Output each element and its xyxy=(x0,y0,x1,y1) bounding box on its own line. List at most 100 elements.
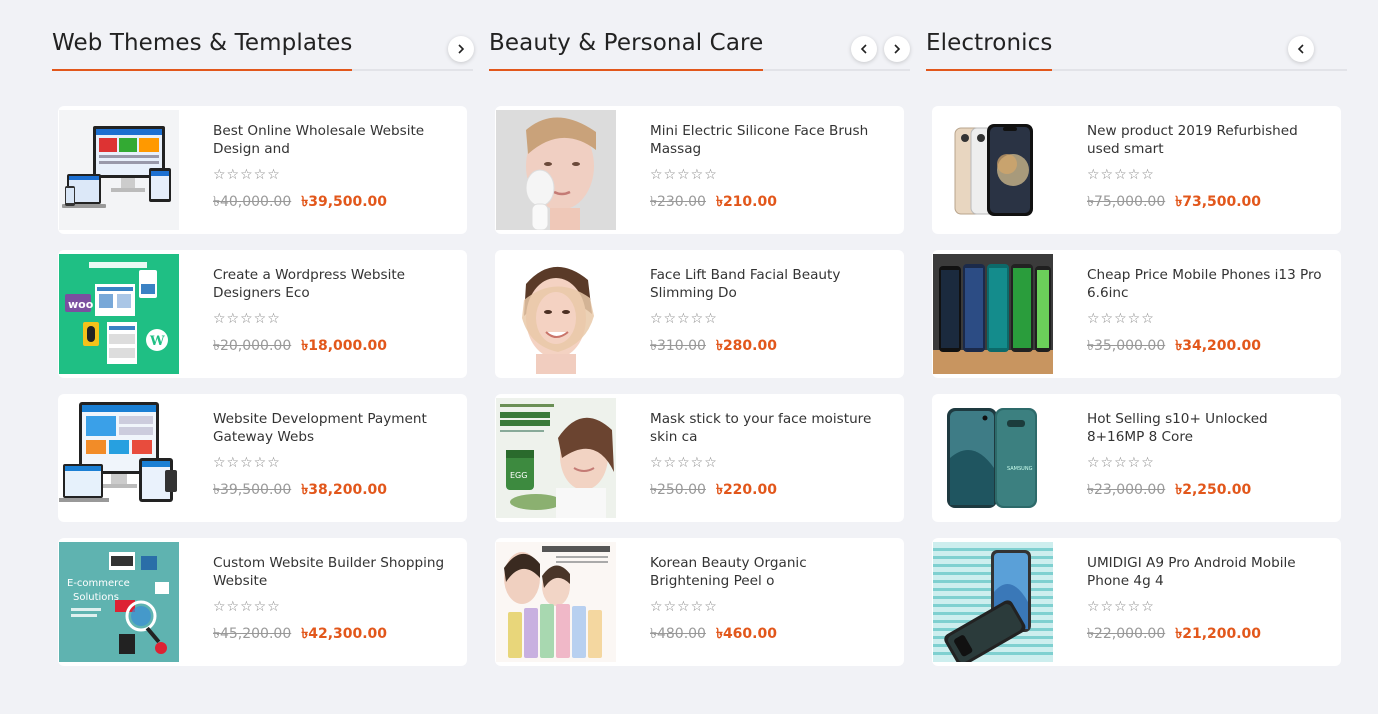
product-image-web-devices xyxy=(59,110,179,230)
product-card[interactable]: UMIDIGI A9 Pro Android Mobile Phone 4g 4… xyxy=(932,538,1341,666)
product-card[interactable]: Best Online Wholesale Website Design and… xyxy=(58,106,467,234)
old-price: ৳250.00 xyxy=(650,482,706,498)
product-name[interactable]: UMIDIGI A9 Pro Android Mobile Phone 4g 4 xyxy=(1087,554,1327,590)
prev-button[interactable] xyxy=(1288,36,1314,62)
product-image[interactable] xyxy=(933,110,1053,230)
rating-stars: ☆☆☆☆☆ xyxy=(1087,311,1155,327)
product-card[interactable]: Face Lift Band Facial Beauty Slimming Do… xyxy=(495,250,904,378)
product-prices: ৳75,000.00 ৳73,500.00 xyxy=(1087,193,1327,211)
product-name[interactable]: Face Lift Band Facial Beauty Slimming Do xyxy=(650,266,890,302)
product-prices: ৳23,000.00 ৳2,250.00 xyxy=(1087,481,1327,499)
product-prices: ৳250.00 ৳220.00 xyxy=(650,481,890,499)
next-button[interactable] xyxy=(448,36,474,62)
new-price: ৳38,200.00 xyxy=(301,482,388,498)
old-price: ৳22,000.00 xyxy=(1087,626,1166,642)
new-price: ৳460.00 xyxy=(715,626,777,642)
product-image-face-lift-band xyxy=(496,254,616,374)
rating-stars: ☆☆☆☆☆ xyxy=(1087,599,1155,615)
product-image-ecommerce-solutions: E-commerce Solutions xyxy=(59,542,179,662)
rating-stars: ☆☆☆☆☆ xyxy=(213,311,281,327)
product-image-i13-pro-phones xyxy=(933,254,1053,374)
product-image[interactable]: E-commerce Solutions xyxy=(59,542,179,662)
product-card[interactable]: Mini Electric Silicone Face Brush Massag… xyxy=(495,106,904,234)
product-name[interactable]: Best Online Wholesale Website Design and xyxy=(213,122,453,158)
new-price: ৳280.00 xyxy=(715,338,777,354)
old-price: ৳39,500.00 xyxy=(213,482,292,498)
new-price: ৳73,500.00 xyxy=(1175,194,1262,210)
old-price: ৳35,000.00 xyxy=(1087,338,1166,354)
column-title: Electronics xyxy=(926,25,1053,71)
product-card[interactable]: E-commerce Solutions Custom Website Buil… xyxy=(58,538,467,666)
old-price: ৳23,000.00 xyxy=(1087,482,1166,498)
product-name[interactable]: Create a Wordpress Website Designers Eco xyxy=(213,266,453,302)
product-image[interactable]: EGG xyxy=(496,398,616,518)
product-image[interactable] xyxy=(59,110,179,230)
svg-text:EGG: EGG xyxy=(510,471,527,480)
rating-stars: ☆☆☆☆☆ xyxy=(1087,455,1155,471)
new-price: ৳18,000.00 xyxy=(301,338,388,354)
rating-stars: ☆☆☆☆☆ xyxy=(1087,167,1155,183)
product-name[interactable]: Website Development Payment Gateway Webs xyxy=(213,410,453,446)
product-image[interactable] xyxy=(496,110,616,230)
product-image[interactable] xyxy=(59,398,179,518)
product-name[interactable]: Hot Selling s10+ Unlocked 8+16MP 8 Core xyxy=(1087,410,1327,446)
product-prices: ৳310.00 ৳280.00 xyxy=(650,337,890,355)
product-image-umidigi-a9 xyxy=(933,542,1053,662)
product-name[interactable]: Korean Beauty Organic Brightening Peel o xyxy=(650,554,890,590)
rating-stars: ☆☆☆☆☆ xyxy=(650,455,718,471)
column-header: Web Themes & Templates xyxy=(52,24,474,71)
rating-stars: ☆☆☆☆☆ xyxy=(213,455,281,471)
prev-button[interactable] xyxy=(851,36,877,62)
product-name[interactable]: Custom Website Builder Shopping Website xyxy=(213,554,453,590)
new-price: ৳220.00 xyxy=(715,482,777,498)
product-name[interactable]: Mini Electric Silicone Face Brush Massag xyxy=(650,122,890,158)
product-image-face-brush xyxy=(496,110,616,230)
product-image[interactable] xyxy=(496,254,616,374)
product-prices: ৳230.00 ৳210.00 xyxy=(650,193,890,211)
product-prices: ৳39,500.00 ৳38,200.00 xyxy=(213,481,453,499)
product-image[interactable] xyxy=(933,254,1053,374)
product-column-web-themes: Web Themes & Templates Best Online Whole… xyxy=(52,24,474,666)
product-image-s10-plus: SAMSUNG xyxy=(933,398,1053,518)
product-card[interactable]: woo W Create a Wordpress Website Designe… xyxy=(58,250,467,378)
product-image-iphone-xs xyxy=(933,110,1053,230)
product-prices: ৳45,200.00 ৳42,300.00 xyxy=(213,625,453,643)
product-card[interactable]: Website Development Payment Gateway Webs… xyxy=(58,394,467,522)
rating-stars: ☆☆☆☆☆ xyxy=(650,599,718,615)
chevron-right-icon xyxy=(894,44,901,54)
product-name[interactable]: Cheap Price Mobile Phones i13 Pro 6.6inc xyxy=(1087,266,1327,302)
product-prices: ৳40,000.00 ৳39,500.00 xyxy=(213,193,453,211)
product-card[interactable]: Korean Beauty Organic Brightening Peel o… xyxy=(495,538,904,666)
column-header: Beauty & Personal Care xyxy=(489,24,910,71)
chevron-left-icon xyxy=(1297,44,1304,54)
old-price: ৳230.00 xyxy=(650,194,706,210)
new-price: ৳39,500.00 xyxy=(301,194,388,210)
svg-text:woo: woo xyxy=(68,298,94,311)
product-card[interactable]: Cheap Price Mobile Phones i13 Pro 6.6inc… xyxy=(932,250,1341,378)
svg-text:W: W xyxy=(149,334,165,349)
old-price: ৳45,200.00 xyxy=(213,626,292,642)
product-image-peel-mask xyxy=(496,542,616,662)
next-button[interactable] xyxy=(884,36,910,62)
old-price: ৳310.00 xyxy=(650,338,706,354)
product-image[interactable] xyxy=(933,542,1053,662)
chevron-right-icon xyxy=(458,44,465,54)
product-card[interactable]: EGG Mask stick to your face moisture ski… xyxy=(495,394,904,522)
column-title: Web Themes & Templates xyxy=(52,25,353,71)
product-image[interactable] xyxy=(496,542,616,662)
product-prices: ৳22,000.00 ৳21,200.00 xyxy=(1087,625,1327,643)
svg-text:SAMSUNG: SAMSUNG xyxy=(1007,466,1033,472)
new-price: ৳34,200.00 xyxy=(1175,338,1262,354)
svg-text:Solutions: Solutions xyxy=(73,592,119,603)
product-card[interactable]: SAMSUNG Hot Selling s10+ Unlocked 8+16MP… xyxy=(932,394,1341,522)
product-image[interactable]: SAMSUNG xyxy=(933,398,1053,518)
product-prices: ৳35,000.00 ৳34,200.00 xyxy=(1087,337,1327,355)
old-price: ৳75,000.00 xyxy=(1087,194,1166,210)
product-name[interactable]: New product 2019 Refurbished used smart xyxy=(1087,122,1327,158)
new-price: ৳210.00 xyxy=(715,194,777,210)
product-image-wordpress: woo W xyxy=(59,254,179,374)
product-name[interactable]: Mask stick to your face moisture skin ca xyxy=(650,410,890,446)
product-prices: ৳480.00 ৳460.00 xyxy=(650,625,890,643)
product-card[interactable]: New product 2019 Refurbished used smart … xyxy=(932,106,1341,234)
product-image[interactable]: woo W xyxy=(59,254,179,374)
